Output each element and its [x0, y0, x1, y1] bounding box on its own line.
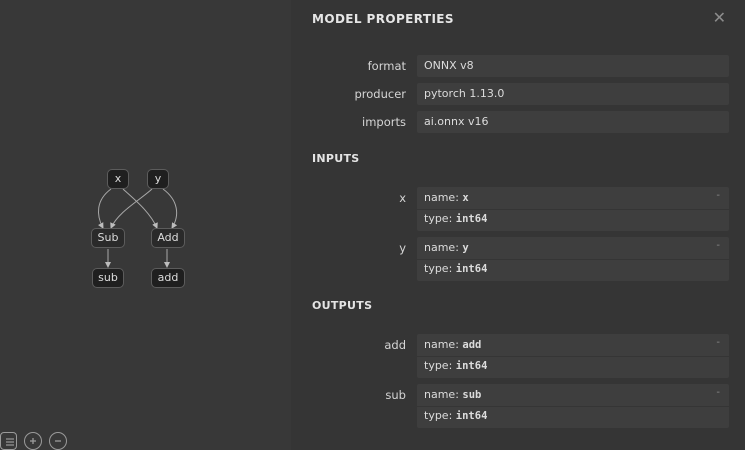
property-label-imports: imports: [362, 115, 406, 129]
model-properties-panel: MODEL PROPERTIES ✕ format ONNX v8 produc…: [291, 0, 745, 450]
graph-node-input-x[interactable]: x: [107, 169, 129, 189]
graph-node-op-add[interactable]: Add: [151, 228, 185, 248]
divider: [417, 356, 729, 357]
divider: [417, 259, 729, 260]
expand-toggle-icon[interactable]: -: [716, 387, 720, 398]
expand-toggle-icon[interactable]: -: [716, 337, 720, 348]
property-value-imports: ai.onnx v16: [417, 111, 729, 133]
edge-x-sub: [97, 188, 112, 229]
argument-name-row: name: sub: [424, 388, 482, 401]
graph-canvas[interactable]: x y Sub Add sub add: [0, 0, 291, 450]
property-label-format: format: [367, 59, 406, 73]
list-icon[interactable]: [0, 432, 17, 450]
panel-title: MODEL PROPERTIES: [312, 12, 454, 26]
edge-y-add: [162, 188, 178, 229]
input-argument-y[interactable]: name: y type: int64 -: [417, 237, 729, 281]
output-label-add: add: [384, 338, 406, 352]
expand-toggle-icon[interactable]: -: [716, 240, 720, 251]
property-value-producer: pytorch 1.13.0: [417, 83, 729, 105]
input-label-y: y: [399, 241, 406, 255]
divider: [417, 406, 729, 407]
output-argument-sub[interactable]: name: sub type: int64 -: [417, 384, 729, 428]
argument-name-row: name: add: [424, 338, 482, 351]
input-argument-x[interactable]: name: x type: int64 -: [417, 187, 729, 231]
argument-name-row: name: x: [424, 191, 469, 204]
inputs-header: INPUTS: [312, 152, 360, 165]
argument-type-row: type: int64: [424, 359, 488, 372]
argument-type-row: type: int64: [424, 212, 488, 225]
divider: [417, 209, 729, 210]
argument-name-row: name: y: [424, 241, 469, 254]
graph-node-output-sub[interactable]: sub: [92, 268, 124, 288]
outputs-header: OUTPUTS: [312, 299, 373, 312]
close-icon[interactable]: ✕: [713, 8, 726, 27]
argument-type-row: type: int64: [424, 262, 488, 275]
zoom-out-icon[interactable]: [49, 432, 67, 450]
graph-node-output-add[interactable]: add: [151, 268, 185, 288]
expand-toggle-icon[interactable]: -: [716, 190, 720, 201]
graph-edges: [97, 188, 178, 268]
output-argument-add[interactable]: name: add type: int64 -: [417, 334, 729, 378]
property-value-format: ONNX v8: [417, 55, 729, 77]
property-label-producer: producer: [354, 87, 406, 101]
output-label-sub: sub: [385, 388, 406, 402]
graph-node-input-y[interactable]: y: [147, 169, 169, 189]
edge-y-sub: [110, 188, 153, 229]
graph-node-op-sub[interactable]: Sub: [91, 228, 125, 248]
argument-type-row: type: int64: [424, 409, 488, 422]
input-label-x: x: [399, 191, 406, 205]
zoom-in-icon[interactable]: [24, 432, 42, 450]
